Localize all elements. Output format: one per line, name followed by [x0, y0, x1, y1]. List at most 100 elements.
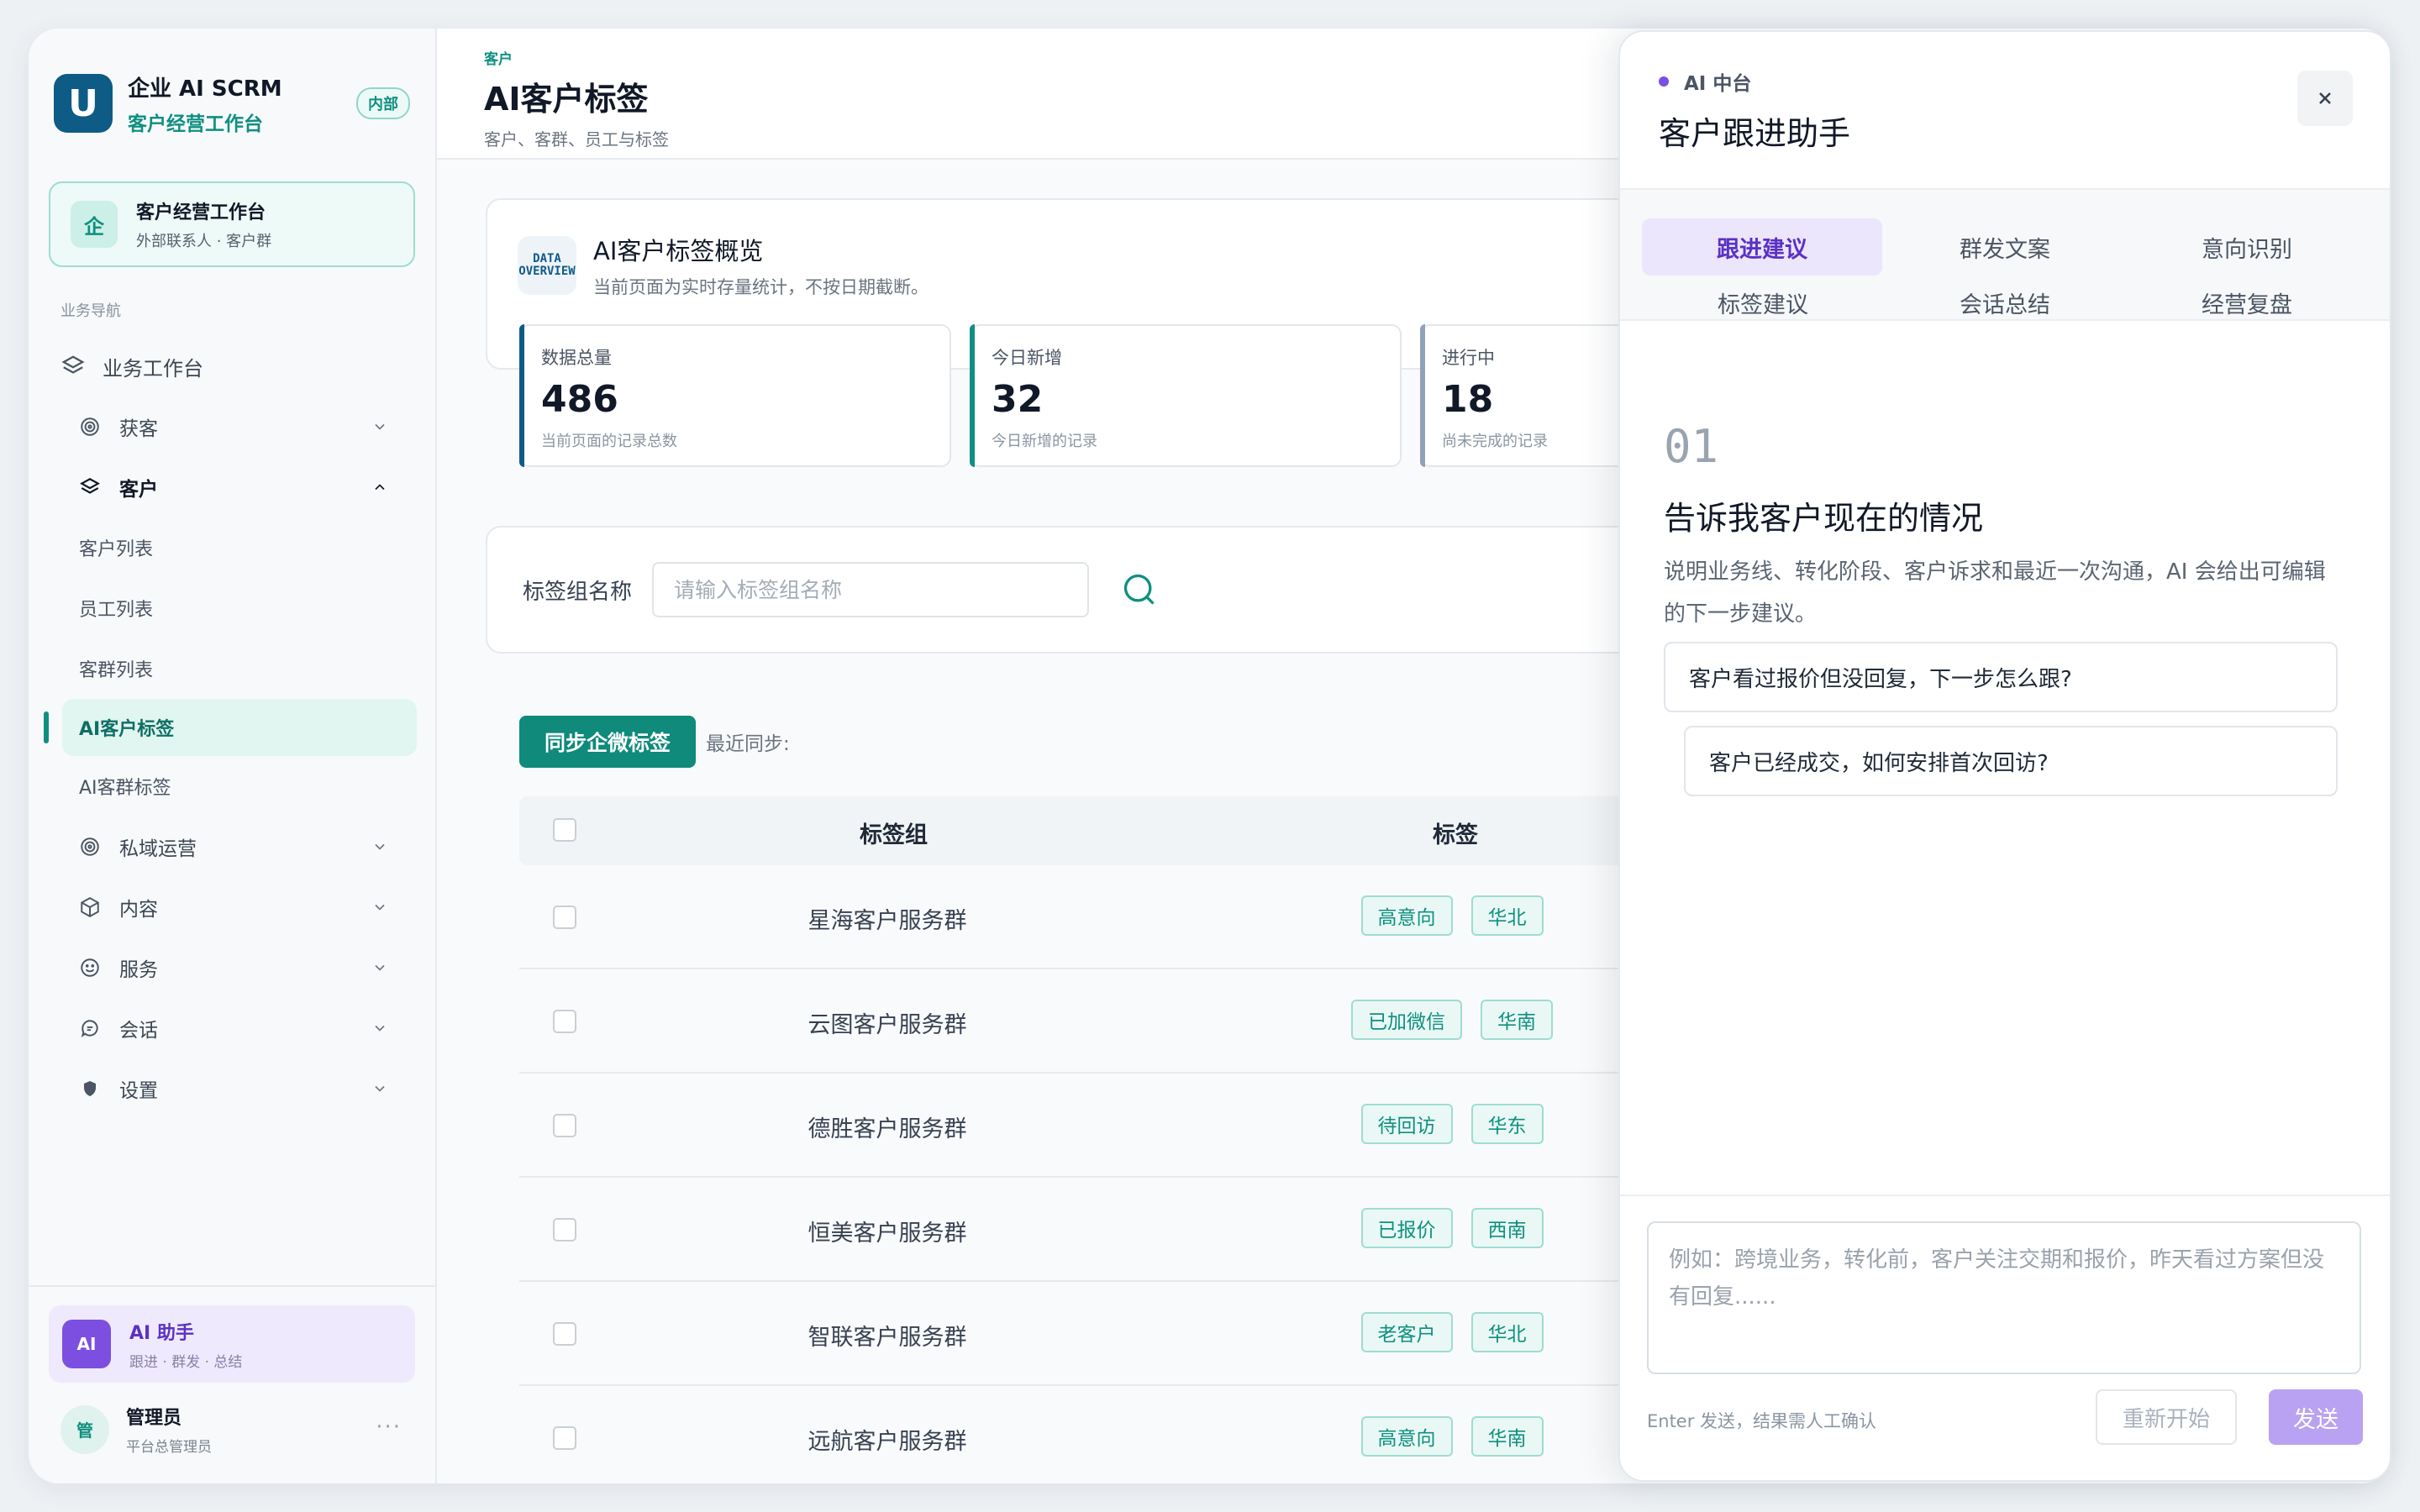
- sidebar-item-customer-list[interactable]: 客户列表: [29, 517, 435, 578]
- column-header-tags[interactable]: 标签: [1433, 816, 1478, 849]
- sidebar-item-label: 获客: [119, 418, 158, 440]
- row-checkbox[interactable]: [553, 1010, 576, 1033]
- workspace-switcher[interactable]: 企 客户经营工作台 外部联系人 · 客户群: [49, 181, 415, 267]
- tab-intent-recognition[interactable]: 意向识别: [2126, 218, 2368, 276]
- search-icon[interactable]: [1119, 570, 1160, 610]
- chevron-down-icon: [371, 1080, 388, 1102]
- sidebar-item-acquire[interactable]: 获客: [29, 396, 435, 457]
- restart-button[interactable]: 重新开始: [2096, 1389, 2237, 1445]
- sidebar-item-label: 客群列表: [79, 660, 154, 681]
- panel-composer: 例如：跨境业务，转化前，客户关注交期和报价，昨天看过方案但没有回复...... …: [1620, 1194, 2390, 1480]
- close-button[interactable]: [2297, 71, 2353, 126]
- target-icon: [77, 414, 103, 439]
- user-name: 管理员: [126, 1408, 182, 1429]
- sync-wecom-tags-button[interactable]: 同步企微标签: [519, 716, 697, 768]
- ai-assistant-title: AI 助手: [129, 1322, 194, 1344]
- table-body: 星海客户服务群 高意向 华北 云图客户服务群 已加微信 华南 德胜客户服务群 待回访 华东 恒美客…: [519, 865, 1696, 1483]
- sidebar-item-ai-group-tags[interactable]: AI客群标签: [29, 756, 435, 816]
- select-all-checkbox[interactable]: [553, 818, 576, 842]
- more-options-icon[interactable]: ···: [376, 1415, 402, 1440]
- sidebar-item-label: 业务工作台: [103, 356, 203, 381]
- workspace-icon: 企: [71, 201, 118, 248]
- sidebar-footer: AI AI 助手 跟进 · 群发 · 总结 管 管理员 平台总管理员 ···: [29, 1285, 435, 1483]
- message-input[interactable]: 例如：跨境业务，转化前，客户关注交期和报价，昨天看过方案但没有回复......: [1647, 1221, 2361, 1374]
- row-checkbox[interactable]: [553, 906, 576, 929]
- sidebar-item-label: 员工列表: [79, 600, 154, 621]
- sidebar-item-workbench[interactable]: 业务工作台: [29, 336, 435, 396]
- sidebar-item-private-ops[interactable]: 私域运营: [29, 816, 435, 877]
- tag-chip: 高意向: [1360, 1416, 1453, 1457]
- sidebar-item-employee-list[interactable]: 员工列表: [29, 578, 435, 638]
- ai-assistant-subtitle: 跟进 · 群发 · 总结: [129, 1353, 243, 1371]
- table-row[interactable]: 远航客户服务群 高意向 华南: [519, 1386, 1696, 1483]
- sidebar-item-ai-customer-tags[interactable]: AI客户标签: [44, 699, 417, 756]
- chat-icon: [77, 1016, 103, 1041]
- tab-broadcast-copy[interactable]: 群发文案: [1884, 218, 2126, 276]
- tag-group-name: 恒美客户服务群: [808, 1221, 967, 1247]
- cube-icon: [77, 895, 103, 920]
- tag-group-name: 远航客户服务群: [808, 1429, 967, 1455]
- sidebar-item-group-list[interactable]: 客群列表: [29, 638, 435, 699]
- chevron-up-icon: [371, 479, 388, 501]
- ai-assistant-panel: AI 中台 客户跟进助手 跟进建议 群发文案 意向识别 标签建议 会话总结 经营…: [1618, 30, 2391, 1482]
- filter-label: 标签组名称: [523, 579, 633, 605]
- table-row[interactable]: 德胜客户服务群 待回访 华东: [519, 1074, 1696, 1178]
- send-button[interactable]: 发送: [2269, 1389, 2363, 1445]
- sidebar-item-label: 内容: [119, 899, 158, 921]
- sidebar-item-label: 客户: [119, 479, 158, 501]
- nav-section-label: 业务导航: [60, 302, 121, 320]
- tag-chip: 待回访: [1360, 1104, 1453, 1144]
- tag-group-name: 德胜客户服务群: [808, 1116, 967, 1142]
- tag-list: 待回访 华东: [1276, 1104, 1628, 1144]
- stat-value: 486: [541, 378, 618, 421]
- table-row[interactable]: 智联客户服务群 老客户 华北: [519, 1282, 1696, 1386]
- sidebar-item-label: 私域运营: [119, 838, 197, 860]
- tag-chip: 华东: [1470, 1104, 1544, 1144]
- brand-title: 企业 AI SCRM: [128, 76, 282, 102]
- row-checkbox[interactable]: [553, 1114, 576, 1137]
- tab-tag-suggestions[interactable]: 标签建议: [1642, 274, 1884, 331]
- sidebar: U 企业 AI SCRM 客户经营工作台 内部 企 客户经营工作台 外部联系人 …: [29, 29, 437, 1483]
- step-description: 说明业务线、转化阶段、客户诉求和最近一次沟通，AI 会给出可编辑的下一步建议。: [1664, 559, 2326, 627]
- tab-conversation-summary[interactable]: 会话总结: [1884, 274, 2126, 331]
- sidebar-item-conversation[interactable]: 会话: [29, 998, 435, 1058]
- row-checkbox[interactable]: [553, 1426, 576, 1450]
- suggestion-chip[interactable]: 客户看过报价但没回复，下一步怎么跟?: [1664, 642, 2338, 712]
- brand-header: U 企业 AI SCRM 客户经营工作台 内部: [29, 29, 435, 146]
- panel-tabs: 跟进建议 群发文案 意向识别 标签建议 会话总结 经营复盘: [1620, 188, 2390, 321]
- sidebar-item-customer[interactable]: 客户: [29, 457, 435, 517]
- suggestion-chip[interactable]: 客户已经成交，如何安排首次回访?: [1684, 726, 2338, 796]
- sidebar-item-content[interactable]: 内容: [29, 877, 435, 937]
- tag-chip: 华北: [1470, 895, 1544, 936]
- data-overview-icon: DATA OVERVIEW: [518, 236, 576, 295]
- sidebar-item-label: 设置: [119, 1080, 158, 1102]
- status-dot-icon: [1659, 76, 1669, 87]
- layers-icon: [60, 354, 86, 379]
- stat-card-today: 今日新增 32 今日新增的记录: [970, 324, 1402, 467]
- user-profile[interactable]: 管 管理员 平台总管理员 ···: [60, 1403, 415, 1456]
- tab-follow-up-suggestions[interactable]: 跟进建议: [1642, 218, 1882, 276]
- table-row[interactable]: 云图客户服务群 已加微信 华南: [519, 969, 1696, 1074]
- tag-table: 标签组 标签 星海客户服务群 高意向 华北 云图客户服务群 已加微信 华南 德胜客户服务群待…: [519, 796, 1696, 1483]
- row-checkbox[interactable]: [553, 1218, 576, 1242]
- row-checkbox[interactable]: [553, 1322, 576, 1346]
- tag-list: 已报价 西南: [1276, 1208, 1628, 1248]
- tag-chip: 老客户: [1360, 1312, 1453, 1352]
- tag-group-search-input[interactable]: [652, 562, 1090, 617]
- column-header-group[interactable]: 标签组: [860, 816, 928, 849]
- smile-icon: [77, 955, 103, 980]
- ai-badge: AI: [62, 1320, 111, 1368]
- user-role: 平台总管理员: [126, 1439, 212, 1456]
- step-number: 01: [1664, 420, 1719, 473]
- last-sync-label: 最近同步:: [706, 733, 790, 755]
- sidebar-item-service[interactable]: 服务: [29, 937, 435, 998]
- ai-assistant-button[interactable]: AI AI 助手 跟进 · 群发 · 总结: [49, 1305, 415, 1383]
- panel-tagline: AI 中台: [1659, 67, 2390, 96]
- tag-group-name: 星海客户服务群: [808, 908, 967, 934]
- target-icon: [77, 834, 103, 859]
- stat-card-total: 数据总量 486 当前页面的记录总数: [519, 324, 951, 467]
- table-row[interactable]: 星海客户服务群 高意向 华北: [519, 865, 1696, 969]
- sidebar-item-settings[interactable]: 设置: [29, 1058, 435, 1119]
- tab-business-review[interactable]: 经营复盘: [2126, 274, 2368, 331]
- table-row[interactable]: 恒美客户服务群 已报价 西南: [519, 1178, 1696, 1282]
